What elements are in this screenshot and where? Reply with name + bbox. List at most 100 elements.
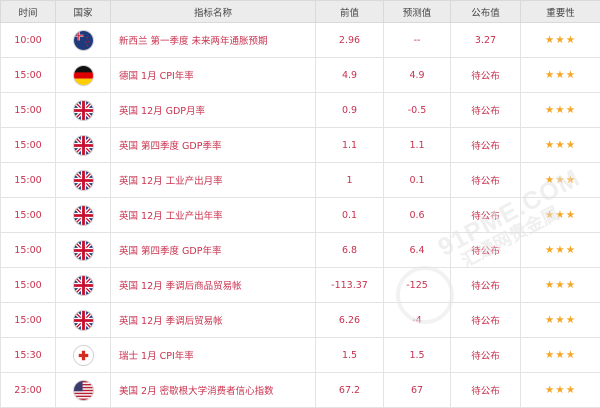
actual-value: 待公布 xyxy=(451,303,521,338)
importance-cell: ★★★ xyxy=(521,58,600,93)
importance-stars-icon: ★★★ xyxy=(545,34,576,46)
uk-flag-icon xyxy=(74,241,93,260)
indicator-name: 德国 1月 CPI年率 xyxy=(111,58,316,93)
table-row: 15:00 英国 12月 季调后贸易帐6.26-4待公布 ★★★ xyxy=(1,303,600,338)
importance-cell: ★★★ xyxy=(521,198,600,233)
indicator-name: 英国 12月 季调后贸易帐 xyxy=(111,303,316,338)
uk-flag-icon xyxy=(74,206,93,225)
indicator-name: 美国 2月 密歇根大学消费者信心指数 xyxy=(111,373,316,408)
importance-cell: ★★★ xyxy=(521,233,600,268)
previous-value: 0.9 xyxy=(316,93,384,128)
time-cell: 15:00 xyxy=(1,233,56,268)
indicator-name: 英国 12月 季调后商品贸易帐 xyxy=(111,268,316,303)
indicator-name: 新西兰 第一季度 未来两年通胀预期 xyxy=(111,23,316,58)
indicator-name: 英国 12月 工业产出月率 xyxy=(111,163,316,198)
usa-flag-icon xyxy=(74,381,93,400)
forecast-value: -4 xyxy=(384,303,451,338)
forecast-value: -0.5 xyxy=(384,93,451,128)
actual-value: 待公布 xyxy=(451,58,521,93)
importance-stars-icon: ★★★ xyxy=(545,244,576,256)
actual-value: 待公布 xyxy=(451,128,521,163)
time-cell: 10:00 xyxy=(1,23,56,58)
switzerland-flag-icon xyxy=(74,346,93,365)
table-row: 10:00新西兰 第一季度 未来两年通胀预期2.96--3.27★★★ xyxy=(1,23,600,58)
importance-stars-icon: ★★★ xyxy=(545,384,576,396)
uk-flag-icon xyxy=(74,311,93,330)
time-cell: 23:00 xyxy=(1,373,56,408)
actual-value: 待公布 xyxy=(451,373,521,408)
actual-value: 待公布 xyxy=(451,93,521,128)
forecast-value: 0.6 xyxy=(384,198,451,233)
importance-stars-icon: ★★★ xyxy=(545,139,576,151)
country-cell xyxy=(56,338,111,373)
importance-cell: ★★★ xyxy=(521,373,600,408)
previous-value: 6.26 xyxy=(316,303,384,338)
time-cell: 15:00 xyxy=(1,268,56,303)
actual-value: 待公布 xyxy=(451,338,521,373)
country-cell xyxy=(56,198,111,233)
importance-stars-icon: ★★★ xyxy=(545,314,576,326)
actual-value: 待公布 xyxy=(451,268,521,303)
uk-flag-icon xyxy=(74,136,93,155)
importance-stars-icon: ★★★ xyxy=(545,69,576,81)
country-cell xyxy=(56,58,111,93)
header-country: 国家 xyxy=(56,1,111,23)
importance-cell: ★★★ xyxy=(521,303,600,338)
header-time: 时间 xyxy=(1,1,56,23)
country-cell xyxy=(56,303,111,338)
importance-stars-icon: ★★★ xyxy=(545,174,576,186)
table-row: 15:00英国 第四季度 GDP季率1.11.1待公布★★★ xyxy=(1,128,600,163)
previous-value: 4.9 xyxy=(316,58,384,93)
table-row: 15:00英国 12月 工业产出年率0.10.6待公布★★★ xyxy=(1,198,600,233)
country-cell xyxy=(56,128,111,163)
previous-value: 67.2 xyxy=(316,373,384,408)
previous-value: 1.1 xyxy=(316,128,384,163)
table-row: 15:00 英国 12月 GDP月率0.9-0.5待公布 ★★★ xyxy=(1,93,600,128)
actual-value: 待公布 xyxy=(451,233,521,268)
country-cell xyxy=(56,233,111,268)
forecast-value: 1.5 xyxy=(384,338,451,373)
previous-value: 1 xyxy=(316,163,384,198)
forecast-value: 67 xyxy=(384,373,451,408)
importance-cell: ★★★ xyxy=(521,93,600,128)
header-actual: 公布值 xyxy=(451,1,521,23)
table-row: 15:30瑞士 1月 CPI年率1.51.5待公布★★★ xyxy=(1,338,600,373)
importance-cell: ★★★ xyxy=(521,128,600,163)
importance-cell: ★★★ xyxy=(521,338,600,373)
table-row: 15:00英国 12月 工业产出月率10.1待公布★★★ xyxy=(1,163,600,198)
indicator-name: 英国 12月 GDP月率 xyxy=(111,93,316,128)
header-importance: 重要性 xyxy=(521,1,600,23)
country-cell xyxy=(56,268,111,303)
actual-value: 3.27 xyxy=(451,23,521,58)
header-forecast: 预测值 xyxy=(384,1,451,23)
time-cell: 15:30 xyxy=(1,338,56,373)
germany-flag-icon xyxy=(74,66,93,85)
economic-calendar-table: 时间 国家 指标名称 前值 预测值 公布值 重要性 10:00 新西兰 第一季度 … xyxy=(0,0,600,408)
country-cell xyxy=(56,373,111,408)
indicator-name: 英国 第四季度 GDP年率 xyxy=(111,233,316,268)
table-header-row: 时间 国家 指标名称 前值 预测值 公布值 重要性 xyxy=(1,1,600,23)
time-cell: 15:00 xyxy=(1,93,56,128)
time-cell: 15:00 xyxy=(1,303,56,338)
header-previous: 前值 xyxy=(316,1,384,23)
importance-stars-icon: ★★★ xyxy=(545,279,576,291)
uk-flag-icon xyxy=(74,276,93,295)
header-indicator: 指标名称 xyxy=(111,1,316,23)
time-cell: 15:00 xyxy=(1,163,56,198)
indicator-name: 英国 第四季度 GDP季率 xyxy=(111,128,316,163)
importance-stars-icon: ★★★ xyxy=(545,104,576,116)
forecast-value: 0.1 xyxy=(384,163,451,198)
forecast-value: 4.9 xyxy=(384,58,451,93)
indicator-name: 瑞士 1月 CPI年率 xyxy=(111,338,316,373)
previous-value: -113.37 xyxy=(316,268,384,303)
forecast-value: 6.4 xyxy=(384,233,451,268)
country-cell xyxy=(56,23,111,58)
forecast-value: 1.1 xyxy=(384,128,451,163)
importance-stars-icon: ★★★ xyxy=(545,349,576,361)
time-cell: 15:00 xyxy=(1,58,56,93)
previous-value: 0.1 xyxy=(316,198,384,233)
time-cell: 15:00 xyxy=(1,128,56,163)
importance-cell: ★★★ xyxy=(521,23,600,58)
forecast-value: -125 xyxy=(384,268,451,303)
table-row: 15:00 英国 12月 季调后商品贸易帐-113.37-125待公布 ★★★ xyxy=(1,268,600,303)
